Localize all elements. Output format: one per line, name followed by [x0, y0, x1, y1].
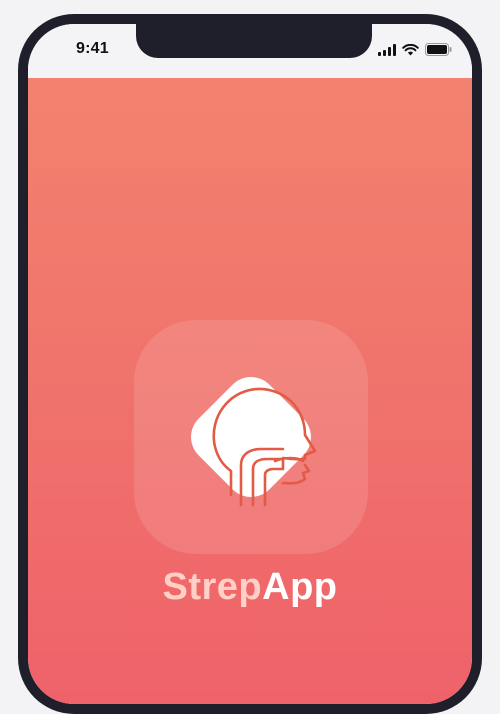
battery-icon [425, 43, 452, 56]
phone-frame: 9:41 StrepApp [18, 14, 482, 714]
app-name-part2: App [262, 566, 338, 608]
splash-screen: StrepApp [28, 78, 472, 704]
notch [136, 24, 372, 58]
wifi-icon [402, 44, 419, 56]
app-name-part1: Strep [162, 566, 263, 608]
status-time: 9:41 [76, 40, 109, 57]
head-profile-throat-icon [169, 355, 333, 519]
status-bar: 9:41 [28, 24, 472, 78]
cellular-signal-icon [378, 44, 396, 56]
status-icons [378, 42, 452, 56]
app-name: StrepApp [28, 568, 472, 606]
app-icon-tile [134, 320, 368, 554]
phone-screen: 9:41 StrepApp [28, 24, 472, 704]
